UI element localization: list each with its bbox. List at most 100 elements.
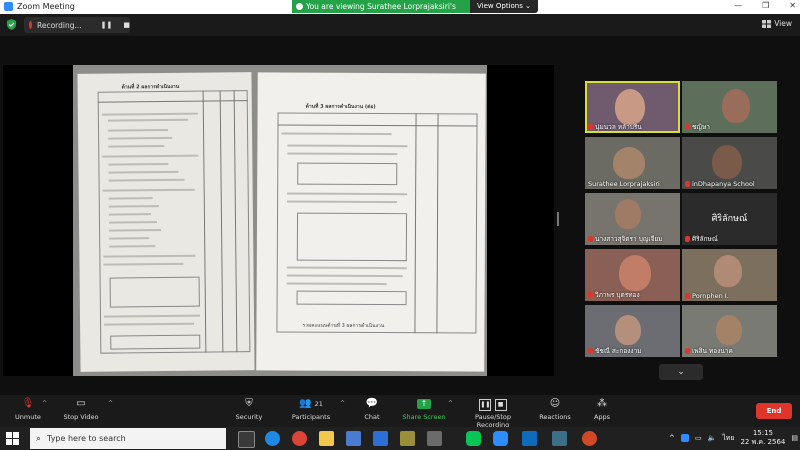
muted-microphone-icon: 🎙 [21, 398, 35, 409]
participant-tile[interactable]: Surathee Lorprajaksiri [585, 137, 680, 189]
zoom-tray-icon[interactable] [680, 434, 689, 442]
volume-icon[interactable]: 🔈 [707, 434, 716, 442]
participant-tile[interactable]: ศิริลักษณ์ ศิริลักษณ์ [682, 193, 777, 245]
participant-tile[interactable]: inDhapanya School [682, 137, 777, 189]
participant-tile[interactable]: ชญิษา [682, 81, 777, 133]
participant-tile[interactable]: นุ่มนวล หล้าบริน [585, 81, 680, 133]
outlook-icon[interactable] [522, 431, 537, 446]
minimize-icon[interactable]: — [734, 1, 742, 10]
participants-icon: 👥 21 [299, 398, 323, 409]
window-app-icon[interactable] [552, 431, 567, 446]
participant-name: นุ่มนวล หล้าบริน [588, 122, 642, 132]
participant-name: Surathee Lorprajaksiri [588, 180, 660, 188]
windows-start-icon[interactable] [6, 432, 19, 445]
language-indicator[interactable]: ไทย [722, 433, 734, 444]
search-icon: ⌕ [36, 433, 42, 444]
mail-icon[interactable] [373, 431, 388, 446]
muted-mic-icon [588, 292, 593, 298]
meeting-toolbar: 🎙 Unmute ^ ▭ Stop Video ^ ⛨ Security 👥 2… [0, 395, 800, 429]
gallery-next-page-button[interactable]: ⌄ [659, 364, 703, 380]
participant-name: ศิริลักษณ์ [685, 234, 718, 244]
video-options-caret[interactable]: ^ [108, 400, 113, 407]
store-icon[interactable] [346, 431, 361, 446]
pause-stop-icon: ❚❚ ■ [458, 398, 528, 411]
participant-name: inDhapanya School [685, 180, 755, 188]
stop-recording-icon[interactable]: ■ [123, 21, 130, 29]
window-title: Zoom Meeting [17, 2, 75, 11]
clock-date: 22 พ.ค. 2564 [740, 438, 786, 446]
app-title-area: Zoom Meeting [4, 2, 75, 11]
muted-mic-icon [685, 236, 690, 242]
participants-button[interactable]: 👥 21 Participants [290, 398, 332, 421]
participant-tile[interactable]: เพลิน ทองนาค [682, 305, 777, 357]
muted-mic-icon [685, 348, 690, 354]
system-tray: ^ ▭ 🔈 ไทย 15:15 22 พ.ค. 2564 ▤ [669, 429, 798, 447]
recording-dot-icon [29, 21, 32, 29]
clock[interactable]: 15:15 22 พ.ค. 2564 [740, 429, 785, 447]
share-indicator-icon [296, 3, 303, 10]
left-subtable-2 [110, 334, 201, 350]
participant-tile[interactable]: วิภาพร บุตรทอง [585, 249, 680, 301]
edge-browser-icon[interactable] [265, 431, 280, 446]
share-screen-icon: ↑ [402, 398, 446, 410]
network-icon[interactable]: ▭ [695, 434, 702, 442]
share-options-caret[interactable]: ^ [448, 400, 453, 407]
muted-mic-icon [588, 236, 593, 242]
right-page-heading: ด้านที่ 3 ผลการดำเนินงาน (ต่อ) [305, 103, 376, 111]
taskbar-search-box[interactable]: ⌕ Type here to search [30, 428, 226, 449]
participant-tile[interactable]: Pornphen I. [682, 249, 777, 301]
security-button[interactable]: ⛨ Security [232, 398, 266, 421]
close-icon[interactable]: ✕ [789, 1, 796, 10]
task-view-icon[interactable] [238, 431, 255, 448]
right-page-footer: รวมคะแนนด้านที่ 3 ผลการดำเนินงาน [302, 322, 385, 330]
muted-mic-icon [685, 181, 690, 187]
zoom-app-icon[interactable] [493, 431, 508, 446]
viewing-share-banner: You are viewing Surathee Lorprajaksiri's… [292, 0, 470, 24]
splitter-handle[interactable] [557, 212, 559, 226]
right-subtable-2 [296, 212, 408, 262]
photos-icon[interactable] [400, 431, 415, 446]
notifications-icon[interactable]: ▤ [791, 434, 798, 442]
right-subtable-3 [296, 290, 407, 306]
file-explorer-icon[interactable] [319, 431, 334, 446]
muted-mic-icon [588, 348, 593, 354]
share-screen-button[interactable]: ↑ Share Screen [402, 398, 446, 421]
audio-options-caret[interactable]: ^ [42, 400, 47, 407]
participant-name: นางสาวสุจิตรา บุญเจียม [588, 234, 663, 244]
document-page-left: ด้านที่ 2 ผลการดำเนินงาน [77, 72, 255, 372]
document-photo: ด้านที่ 2 ผลการดำเนินงาน ด้านที่ 3 ผลการ… [73, 65, 487, 376]
view-options-button[interactable]: View Options ⌄ [470, 0, 538, 13]
apps-icon: ⁂ [597, 398, 607, 409]
encryption-shield-icon[interactable] [6, 19, 17, 30]
stop-video-button[interactable]: ▭ Stop Video [60, 398, 102, 421]
view-button[interactable]: View [762, 19, 792, 28]
line-app-icon[interactable] [466, 431, 481, 446]
video-camera-icon: ▭ [76, 398, 86, 409]
participant-display-name: ศิริลักษณ์ [711, 214, 748, 224]
tray-overflow-icon[interactable]: ^ [669, 434, 675, 442]
powerpoint-icon[interactable] [582, 431, 597, 446]
restore-icon[interactable]: ❐ [762, 1, 769, 10]
chat-bubble-icon: 💬 [365, 398, 379, 409]
pause-stop-recording-button[interactable]: ❚❚ ■ Pause/Stop Recording [458, 398, 528, 429]
participant-tile[interactable]: ชัชณี สะกองงาม [585, 305, 680, 357]
unmute-button[interactable]: 🎙 Unmute [12, 398, 44, 421]
left-subtable [109, 276, 200, 308]
app-icon[interactable] [427, 431, 442, 446]
chrome-browser-icon[interactable] [292, 431, 307, 446]
participants-options-caret[interactable]: ^ [340, 400, 345, 407]
end-meeting-button[interactable]: End [756, 403, 792, 419]
participants-count: 21 [314, 400, 323, 408]
window-titlebar: Zoom Meeting You are viewing Surathee Lo… [0, 0, 800, 24]
pause-recording-icon[interactable]: ❚❚ [101, 21, 113, 29]
apps-button[interactable]: ⁂ Apps [590, 398, 614, 421]
security-shield-icon: ⛨ [245, 398, 253, 409]
participant-tile[interactable]: นางสาวสุจิตรา บุญเจียม [585, 193, 680, 245]
grid-view-icon [762, 19, 772, 28]
reactions-button[interactable]: ☺ Reactions [538, 398, 572, 421]
smiley-icon: ☺ [549, 398, 561, 409]
window-controls: — ❐ ✕ [734, 1, 796, 10]
muted-mic-icon [685, 293, 690, 299]
chat-button[interactable]: 💬 Chat [360, 398, 384, 421]
recording-label: Recording... [36, 20, 82, 30]
